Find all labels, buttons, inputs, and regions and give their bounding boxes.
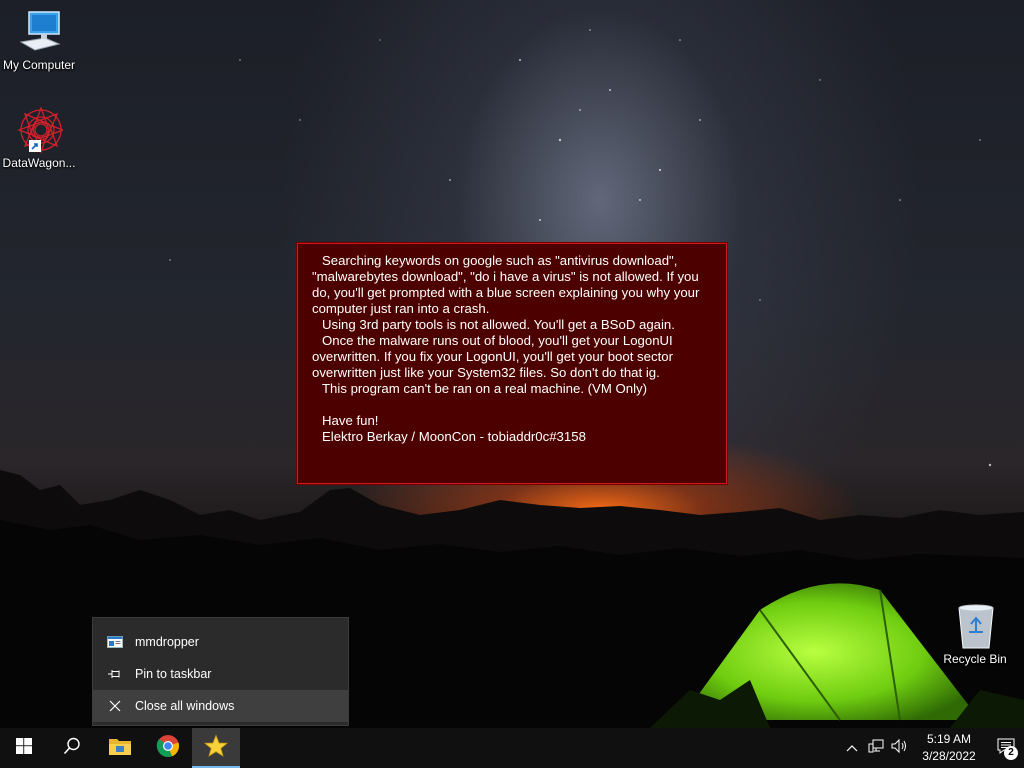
taskbar: 5:19 AM 3/28/2022 2 <box>0 728 1024 768</box>
jumplist-label: Close all windows <box>135 699 235 713</box>
message-line: Searching keywords on google such as "an… <box>312 253 700 316</box>
mmdropper-taskbar-button[interactable] <box>192 728 240 768</box>
desktop-icon-recycle-bin[interactable]: Recycle Bin <box>936 602 1014 666</box>
system-tray: 5:19 AM 3/28/2022 2 <box>840 728 1024 768</box>
show-hidden-icons-button[interactable] <box>840 728 864 768</box>
search-button[interactable] <box>48 728 96 768</box>
jumplist-item-pin-to-taskbar[interactable]: Pin to taskbar <box>93 658 348 690</box>
taskbar-jump-list: mmdropper Pin to taskbar Close all windo… <box>92 617 349 726</box>
volume-button[interactable] <box>888 728 912 768</box>
pin-icon <box>107 666 123 682</box>
desktop-icon-label: Recycle Bin <box>943 652 1007 666</box>
network-icon <box>868 738 884 759</box>
network-button[interactable] <box>864 728 888 768</box>
desktop-icon-label: DataWagon... <box>2 156 76 170</box>
desktop-icon-label: My Computer <box>2 58 76 72</box>
chrome-icon <box>156 734 180 763</box>
jumplist-label: Pin to taskbar <box>135 667 212 681</box>
message-line: Using 3rd party tools is not allowed. Yo… <box>322 317 675 332</box>
clock[interactable]: 5:19 AM 3/28/2022 <box>916 731 982 765</box>
message-line: This program can't be ran on a real mach… <box>322 381 648 396</box>
windows-logo-icon <box>16 737 32 759</box>
star-icon <box>203 733 229 763</box>
start-button[interactable] <box>0 728 48 768</box>
file-explorer-button[interactable] <box>96 728 144 768</box>
jumplist-item-close-all-windows[interactable]: Close all windows <box>93 690 348 722</box>
malware-message-window: Searching keywords on google such as "an… <box>297 243 727 484</box>
desktop-icon-datawagon[interactable]: DataWagon... <box>0 106 78 170</box>
message-signature: Elektro Berkay / MoonCon - tobiaddr0c#31… <box>322 429 586 444</box>
app-window-icon <box>107 634 123 650</box>
recycle-bin-icon <box>951 602 999 650</box>
clock-date: 3/28/2022 <box>922 749 976 763</box>
jumplist-item-mmdropper[interactable]: mmdropper <box>93 626 348 658</box>
computer-icon <box>15 8 63 56</box>
notification-count-badge: 2 <box>1004 746 1018 760</box>
jumplist-label: mmdropper <box>135 635 199 649</box>
desktop-icon-my-computer[interactable]: My Computer <box>0 8 78 72</box>
clock-time: 5:19 AM <box>926 732 972 746</box>
message-line: Have fun! <box>322 413 379 428</box>
chevron-up-icon <box>846 739 858 757</box>
mandala-shortcut-icon <box>15 106 65 154</box>
search-icon <box>63 737 81 760</box>
message-line: Once the malware runs out of blood, you'… <box>312 333 673 380</box>
speaker-icon <box>891 738 909 759</box>
chrome-button[interactable] <box>144 728 192 768</box>
folder-icon <box>108 736 132 761</box>
action-center-button[interactable]: 2 <box>988 728 1024 768</box>
close-icon <box>107 698 123 714</box>
